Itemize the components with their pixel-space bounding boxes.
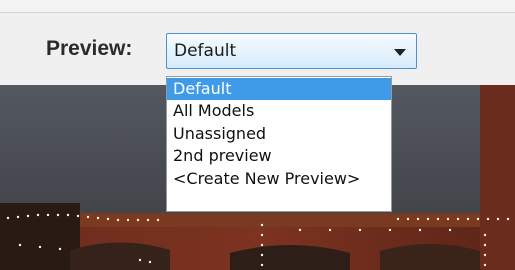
chevron-down-icon[interactable] xyxy=(394,49,406,56)
option-create-new-preview[interactable]: <Create New Preview> xyxy=(167,168,391,190)
top-divider xyxy=(0,0,515,13)
option-all-models[interactable]: All Models xyxy=(167,100,391,122)
preview-selected-value: Default xyxy=(174,41,237,61)
option-default[interactable]: Default xyxy=(167,78,391,101)
preview-label: Preview: xyxy=(46,37,133,60)
option-2nd-preview[interactable]: 2nd preview xyxy=(167,145,391,167)
preview-dropdown-list[interactable]: Default All Models Unassigned 2nd previe… xyxy=(166,76,392,212)
option-unassigned[interactable]: Unassigned xyxy=(167,123,391,145)
preview-combobox[interactable]: Default xyxy=(166,33,417,69)
